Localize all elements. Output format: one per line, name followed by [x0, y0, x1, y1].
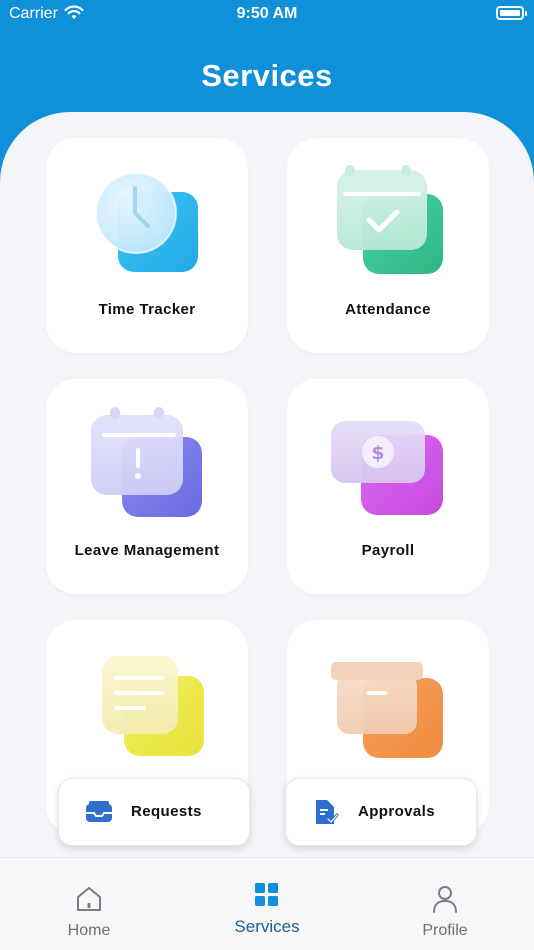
service-card-attendance[interactable]: Attendance: [287, 138, 489, 353]
home-icon: [77, 887, 101, 911]
page-title: Services: [201, 58, 333, 93]
service-card-leave-management[interactable]: Leave Management: [46, 379, 248, 594]
inbox-icon: [86, 801, 112, 822]
svg-text:$: $: [371, 442, 384, 464]
grid-icon: [255, 883, 278, 906]
tab-label: Home: [67, 922, 111, 939]
service-label: Payroll: [361, 542, 415, 559]
approval-document-icon: [316, 800, 339, 825]
service-label: Leave Management: [74, 542, 220, 559]
approvals-label: Approvals: [358, 803, 435, 820]
clock-time: 9:50 AM: [236, 5, 298, 22]
service-label: Attendance: [345, 301, 431, 318]
approvals-button[interactable]: Approvals: [285, 778, 477, 846]
tab-label: Profile: [422, 922, 468, 939]
tab-bar: Home Services Profile: [0, 857, 534, 950]
tab-services[interactable]: Services: [178, 858, 356, 950]
person-icon: [433, 886, 457, 913]
service-label: Time Tracker: [98, 301, 196, 318]
requests-button[interactable]: Requests: [58, 778, 250, 846]
document-icon: [102, 656, 204, 756]
calendar-alert-icon: [91, 407, 202, 517]
battery-icon: [496, 6, 527, 20]
tab-home[interactable]: Home: [0, 858, 178, 950]
clock-icon: [95, 172, 198, 272]
money-icon: $: [331, 421, 443, 515]
tab-profile[interactable]: Profile: [356, 858, 534, 950]
archive-box-icon: [331, 662, 443, 758]
tab-label: Services: [234, 917, 300, 936]
service-card-payroll[interactable]: $ Payroll: [287, 379, 489, 594]
calendar-check-icon: [337, 165, 443, 274]
status-bar: Carrier 9:50 AM: [0, 0, 534, 30]
requests-label: Requests: [131, 803, 202, 820]
service-card-time-tracker[interactable]: Time Tracker: [46, 138, 248, 353]
